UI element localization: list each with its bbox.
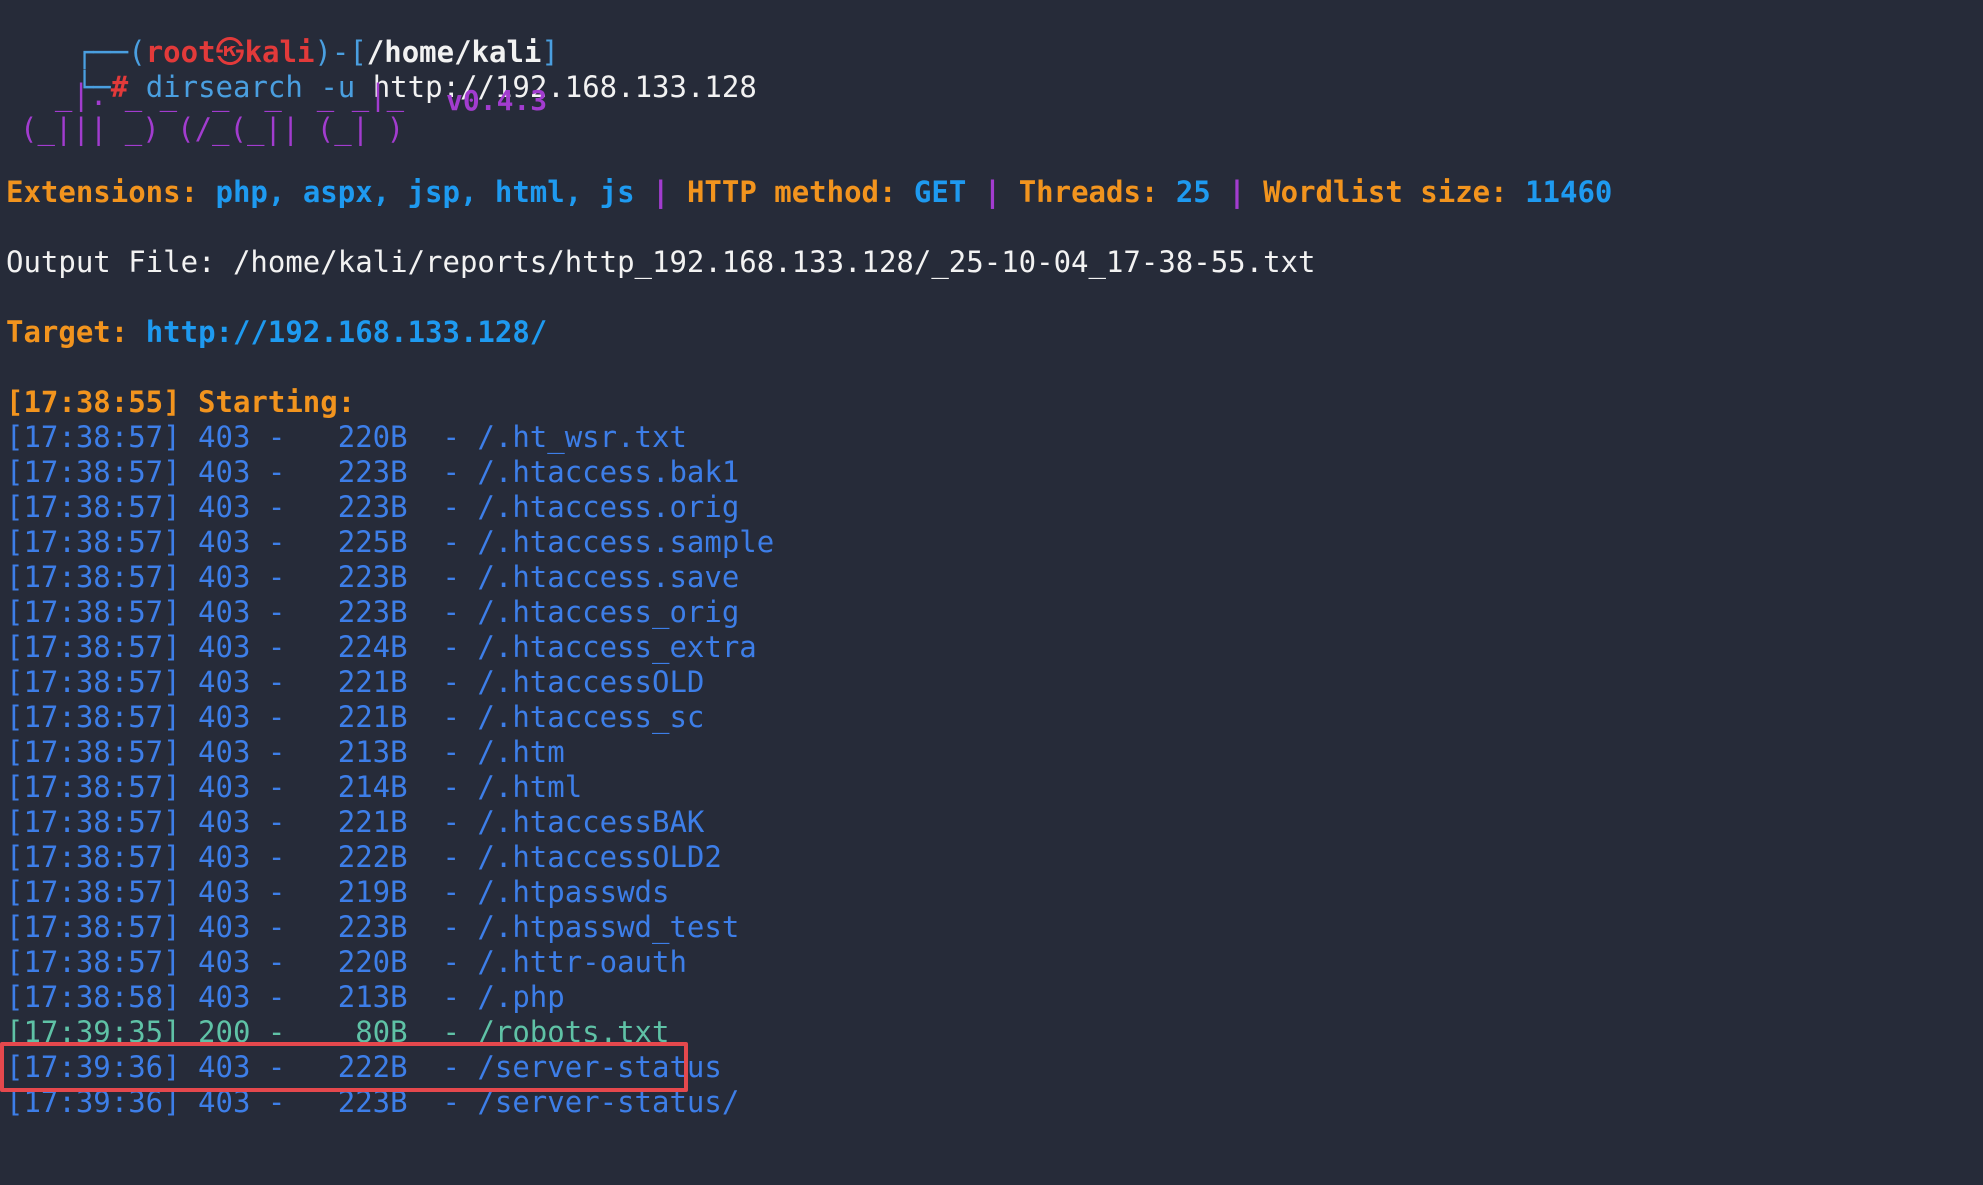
config-line: Extensions: php, aspx, jsp, html, js | H… bbox=[6, 175, 1983, 210]
wordlist-size-value: 11460 bbox=[1525, 175, 1613, 209]
target-line: Target: http://192.168.133.128/ bbox=[6, 315, 1983, 350]
result-row: [17:38:57] 403 - 221B - /.htaccessBAK bbox=[6, 805, 705, 839]
ascii-logo-line-1: _|. _ _ _ _ _ _|_ bbox=[20, 78, 474, 112]
result-row: [17:38:57] 403 - 223B - /.htaccess.bak1 bbox=[6, 455, 740, 489]
result-row: [17:38:57] 403 - 219B - /.htpasswds bbox=[6, 875, 670, 909]
result-row: [17:38:57] 403 - 214B - /.html bbox=[6, 770, 583, 804]
result-row: [17:38:57] 403 - 213B - /.htm bbox=[6, 735, 565, 769]
http-method-label: HTTP method: bbox=[686, 175, 914, 209]
dirsearch-ascii-logo: _|. _ _ _ _ _ _|_ (_||| _) (/_(_|| (_| ) bbox=[20, 78, 474, 146]
result-row: [17:38:57] 403 - 222B - /.htaccessOLD2 bbox=[6, 840, 722, 874]
result-row: [17:38:57] 403 - 220B - /.httr-oauth bbox=[6, 945, 687, 979]
version-label: v0.4.3 bbox=[446, 84, 548, 117]
command-line[interactable]: └─# dirsearch -u http://192.168.133.128 bbox=[6, 35, 1983, 104]
terminal-window[interactable]: ┌──(root㉿kali)-[/home/kali] └─# dirsearc… bbox=[6, 0, 1983, 1185]
result-row: [17:38:57] 403 - 223B - /.htpasswd_test bbox=[6, 910, 740, 944]
extensions-value: php, aspx, jsp, html, js bbox=[215, 175, 635, 209]
http-method-value: GET bbox=[913, 175, 967, 209]
starting-line: [17:38:55] Starting: bbox=[6, 385, 373, 419]
config-separator: | bbox=[1210, 175, 1264, 209]
result-row: [17:38:57] 403 - 223B - /.htaccess.orig bbox=[6, 490, 740, 524]
output-file-line: Output File: /home/kali/reports/http_192… bbox=[6, 245, 1316, 279]
result-row: [17:38:57] 403 - 220B - /.ht_wsr.txt bbox=[6, 420, 687, 454]
ascii-logo-line-2: (_||| _) (/_(_|| (_| ) bbox=[20, 112, 405, 146]
result-row: [17:38:57] 403 - 221B - /.htaccessOLD bbox=[6, 665, 705, 699]
dirsearch-banner: _|. _ _ _ _ _ _|_ (_||| _) (/_(_|| (_| )… bbox=[6, 70, 1983, 175]
threads-value: 25 bbox=[1175, 175, 1211, 209]
prompt-line: ┌──(root㉿kali)-[/home/kali] bbox=[6, 0, 1983, 69]
result-row: [17:38:57] 403 - 223B - /.htaccess_orig bbox=[6, 595, 740, 629]
result-row: [17:38:57] 403 - 224B - /.htaccess_extra bbox=[6, 630, 757, 664]
result-row: [17:38:57] 403 - 223B - /.htaccess.save bbox=[6, 560, 740, 594]
result-row: [17:39:36] 403 - 223B - /server-status/ bbox=[6, 1085, 740, 1119]
config-separator: | bbox=[634, 175, 687, 209]
result-row: [17:39:36] 403 - 222B - /server-status bbox=[6, 1050, 722, 1084]
threads-label: Threads: bbox=[1018, 175, 1176, 209]
extensions-label: Extensions: bbox=[6, 175, 216, 209]
target-label: Target: bbox=[6, 315, 146, 349]
results-list: [17:38:57] 403 - 220B - /.ht_wsr.txt [17… bbox=[6, 420, 1983, 1120]
result-row-robots: [17:39:35] 200 - 80B - /robots.txt bbox=[6, 1015, 670, 1049]
wordlist-size-label: Wordlist size: bbox=[1263, 175, 1526, 209]
config-separator: | bbox=[966, 175, 1019, 209]
result-row: [17:38:57] 403 - 221B - /.htaccess_sc bbox=[6, 700, 705, 734]
result-row: [17:38:58] 403 - 213B - /.php bbox=[6, 980, 565, 1014]
target-url: http://192.168.133.128/ bbox=[145, 315, 548, 349]
result-row: [17:38:57] 403 - 225B - /.htaccess.sampl… bbox=[6, 525, 775, 559]
